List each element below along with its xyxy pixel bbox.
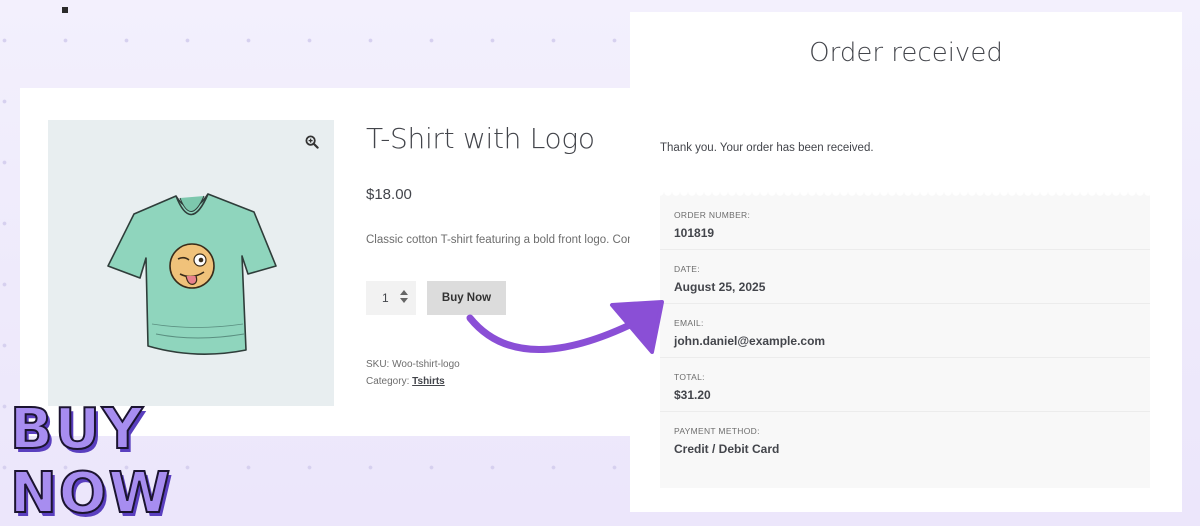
- payment-method-label: PAYMENT METHOD:: [674, 426, 760, 436]
- corner-marker: [62, 7, 68, 13]
- date-row: DATE: August 25, 2025: [660, 250, 1150, 304]
- date-label: DATE:: [674, 264, 700, 274]
- payment-method-value: Credit / Debit Card: [674, 442, 780, 456]
- email-value: john.daniel@example.com: [674, 334, 826, 348]
- order-summary: ORDER NUMBER: 101819 DATE: August 25, 20…: [660, 192, 1150, 488]
- promo-line-2: NOW: [9, 461, 173, 526]
- order-number-value: 101819: [674, 226, 715, 240]
- product-category: Category: Tshirts: [366, 376, 445, 387]
- order-number-label: ORDER NUMBER:: [674, 210, 751, 220]
- product-page: T-Shirt with Logo $18.00 Classic cotton …: [20, 88, 660, 436]
- date-value: August 25, 2025: [674, 280, 766, 294]
- total-label: TOTAL:: [674, 372, 705, 382]
- chevron-up-icon[interactable]: [400, 289, 408, 295]
- thank-you-message: Thank you. Your order has been received.: [660, 142, 874, 154]
- product-description: Classic cotton T-shirt featuring a bold …: [366, 234, 630, 246]
- total-value: $31.20: [674, 388, 711, 402]
- buy-now-button[interactable]: Buy Now: [427, 281, 506, 315]
- order-confirmation-page: Order received Thank you. Your order has…: [630, 12, 1182, 512]
- quantity-stepper[interactable]: 1: [366, 281, 416, 315]
- page-title: Order received: [809, 38, 1003, 68]
- product-image[interactable]: [48, 120, 334, 406]
- category-link[interactable]: Tshirts: [412, 376, 445, 387]
- chevron-down-icon[interactable]: [400, 298, 408, 304]
- product-sku: SKU: Woo-tshirt-logo: [366, 359, 460, 370]
- product-title: T-Shirt with Logo: [366, 122, 595, 155]
- email-row: EMAIL: john.daniel@example.com: [660, 304, 1150, 358]
- quantity-value: 1: [382, 291, 389, 305]
- sku-label: SKU:: [366, 359, 393, 370]
- email-label: EMAIL:: [674, 318, 704, 328]
- product-price: $18.00: [366, 186, 412, 203]
- zoom-in-icon[interactable]: [300, 130, 324, 154]
- payment-method-row: PAYMENT METHOD: Credit / Debit Card: [660, 412, 1150, 466]
- order-number-row: ORDER NUMBER: 101819: [660, 196, 1150, 250]
- category-label: Category:: [366, 376, 413, 387]
- buy-now-logo: BUY NOW: [9, 397, 180, 526]
- promo-line-1: BUY: [9, 397, 145, 463]
- stepper-arrows[interactable]: [400, 289, 408, 304]
- total-row: TOTAL: $31.20: [660, 358, 1150, 412]
- tshirt-logo-image: [107, 193, 277, 355]
- sku-value: Woo-tshirt-logo: [392, 359, 460, 370]
